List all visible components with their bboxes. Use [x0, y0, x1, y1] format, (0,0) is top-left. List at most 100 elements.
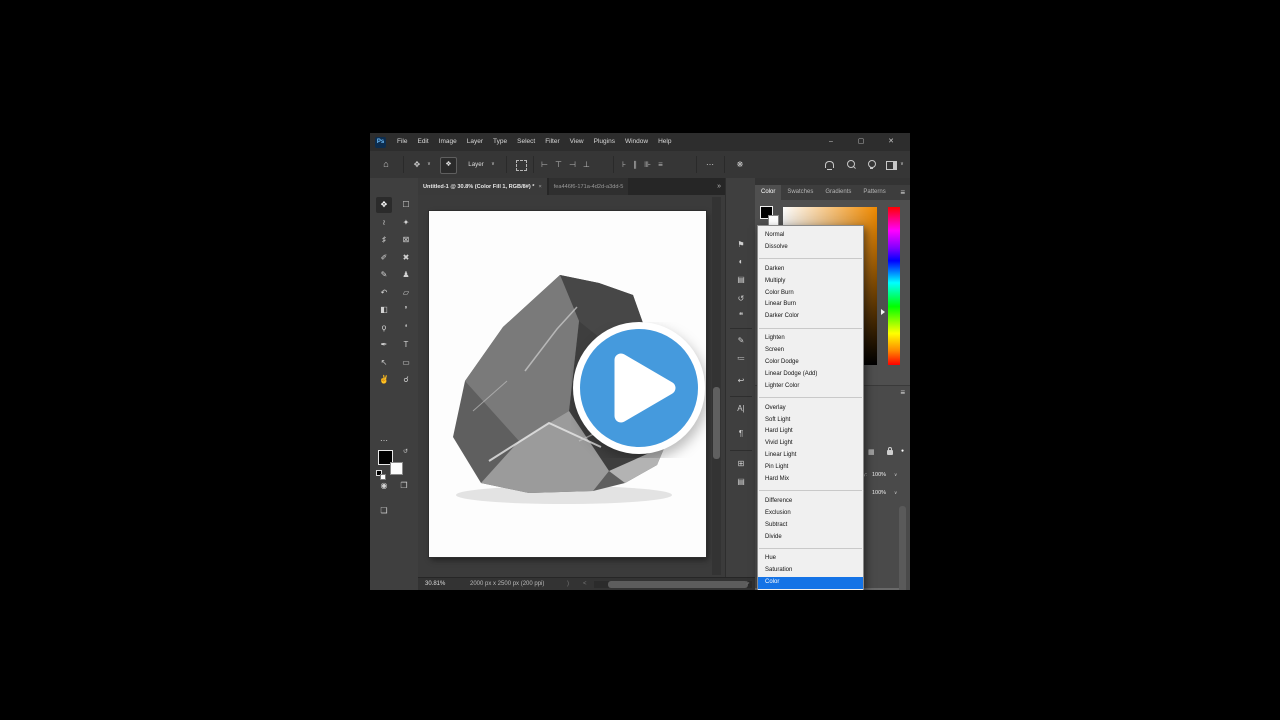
vertical-scrollbar-thumb[interactable] — [713, 387, 720, 459]
shape-tool[interactable]: ▭ — [398, 355, 414, 371]
blend-mode-hue[interactable]: Hue — [758, 553, 863, 565]
more-options-icon[interactable]: ⋯ — [703, 151, 717, 178]
video-play-button[interactable] — [571, 322, 707, 458]
auto-select-toggle[interactable]: ❖ — [440, 157, 457, 174]
align-right-icon[interactable]: ⊣ — [569, 160, 576, 169]
align-edges-icon[interactable]: ⊥ — [583, 160, 590, 169]
menu-plugins[interactable]: Plugins — [589, 133, 620, 151]
menu-select[interactable]: Select — [512, 133, 540, 151]
gradient-tool[interactable]: ◧ — [376, 302, 392, 318]
document-tab-active[interactable]: Untitled-1 @ 30.8% (Color Fill 1, RGB/8#… — [418, 178, 547, 195]
paragraph-panel-icon[interactable]: ¶ — [726, 429, 756, 438]
libraries-panel-icon[interactable]: ▤ — [726, 275, 756, 284]
menu-type[interactable]: Type — [488, 133, 512, 151]
blend-mode-hard-light[interactable]: Hard Light — [758, 426, 863, 438]
menu-help[interactable]: Help — [653, 133, 676, 151]
brush-tool[interactable]: ✎ — [376, 267, 392, 283]
minimize-button[interactable]: – — [818, 133, 844, 151]
blend-mode-overlay[interactable]: Overlay — [758, 403, 863, 415]
blend-mode-darken[interactable]: Darken — [758, 264, 863, 276]
comments-panel-icon[interactable]: ❝ — [726, 311, 756, 320]
auto-select-target-dropdown[interactable]: Layer — [462, 151, 490, 178]
menu-filter[interactable]: Filter — [540, 133, 564, 151]
blend-mode-linear-burn[interactable]: Linear Burn — [758, 299, 863, 311]
align-left-icon[interactable]: ⊢ — [541, 160, 548, 169]
pen-tool[interactable]: ✒ — [376, 337, 392, 353]
character-panel-icon[interactable]: A| — [726, 404, 756, 413]
history-brush-tool[interactable]: ↶ — [376, 285, 392, 301]
gear-icon[interactable]: ❋ — [733, 151, 747, 178]
eraser-tool[interactable]: ▱ — [398, 285, 414, 301]
maximize-button[interactable]: ▢ — [848, 133, 874, 151]
hue-slider-arrow[interactable] — [881, 309, 885, 315]
edit-toolbar-icon[interactable]: ⋯ — [376, 433, 392, 449]
blend-mode-hard-mix[interactable]: Hard Mix — [758, 474, 863, 486]
swap-colors-icon[interactable]: ↺ — [403, 448, 408, 455]
layers-scrollbar[interactable] — [899, 506, 906, 590]
marquee-tool[interactable]: ☐ — [398, 197, 414, 213]
chevron-down-icon[interactable]: ∨ — [898, 151, 906, 178]
blend-mode-color-burn[interactable]: Color Burn — [758, 288, 863, 300]
blend-mode-lighten[interactable]: Lighten — [758, 333, 863, 345]
bookmark-panel-icon[interactable]: ⚑ — [726, 240, 756, 249]
panel-menu-icon[interactable]: ≡ — [900, 185, 905, 200]
hand-tool[interactable]: ✌ — [376, 372, 392, 388]
menu-view[interactable]: View — [565, 133, 589, 151]
zoom-tool[interactable]: ☌ — [398, 372, 414, 388]
chevron-down-icon[interactable]: ∨ — [489, 151, 497, 178]
adjustments-panel-icon[interactable]: ◐ — [726, 257, 756, 266]
blend-mode-color[interactable]: Color — [758, 577, 863, 590]
blend-mode-linear-light[interactable]: Linear Light — [758, 450, 863, 462]
history-panel-icon[interactable]: ↩ — [726, 376, 756, 385]
crop-tool[interactable]: ♯ — [376, 232, 392, 248]
lock-transparency-icon[interactable]: ▦ — [868, 448, 875, 456]
menu-edit[interactable]: Edit — [412, 133, 433, 151]
blend-mode-dissolve[interactable]: Dissolve — [758, 242, 863, 254]
chevron-down-icon[interactable]: ∨ — [894, 488, 897, 498]
blend-mode-linear-dodge-add-[interactable]: Linear Dodge (Add) — [758, 369, 863, 381]
move-tool-icon[interactable]: ✥ — [410, 151, 424, 178]
blend-mode-subtract[interactable]: Subtract — [758, 520, 863, 532]
type-tool[interactable]: T — [398, 337, 414, 353]
blend-mode-soft-light[interactable]: Soft Light — [758, 415, 863, 427]
document-tab-inactive[interactable]: fea446f6-171a-4d2d-a3dd-5 — [548, 178, 629, 195]
home-icon[interactable]: ⌂ — [378, 151, 394, 178]
tab-overflow-icon[interactable]: » — [717, 178, 725, 195]
close-button[interactable]: ✕ — [878, 133, 904, 151]
horizontal-scrollbar-thumb[interactable] — [608, 581, 748, 588]
workspace-switcher-icon[interactable] — [886, 161, 897, 170]
blend-mode-difference[interactable]: Difference — [758, 496, 863, 508]
transform-controls-toggle[interactable] — [516, 160, 527, 171]
search-icon[interactable] — [847, 160, 855, 168]
properties-panel-icon[interactable]: ≔ — [726, 354, 756, 363]
brush-settings-panel-icon[interactable]: ✎ — [726, 336, 756, 345]
scroll-right-arrow[interactable]: > — [746, 578, 750, 590]
blend-mode-pin-light[interactable]: Pin Light — [758, 462, 863, 474]
fill-value[interactable]: 100% — [872, 488, 886, 498]
blur-tool[interactable]: ❜ — [398, 302, 414, 318]
blend-mode-multiply[interactable]: Multiply — [758, 276, 863, 288]
panel-tab-patterns[interactable]: Patterns — [857, 185, 891, 200]
blend-mode-screen[interactable]: Screen — [758, 345, 863, 357]
distribute-top-icon[interactable]: ⊦ — [622, 160, 626, 169]
paragraph-styles-panel-icon[interactable]: ▤ — [726, 477, 756, 486]
menu-image[interactable]: Image — [434, 133, 462, 151]
close-tab-icon[interactable]: × — [538, 184, 541, 190]
blend-mode-darker-color[interactable]: Darker Color — [758, 311, 863, 323]
blend-mode-divide[interactable]: Divide — [758, 532, 863, 544]
panel-tab-swatches[interactable]: Swatches — [781, 185, 819, 200]
move-tool[interactable]: ✥ — [376, 197, 392, 213]
clone-source-panel-icon[interactable]: ↺ — [726, 294, 756, 303]
lasso-tool[interactable]: ≀ — [376, 215, 392, 231]
healing-brush-tool[interactable]: ✖ — [398, 250, 414, 266]
chevron-down-icon[interactable]: ∨ — [425, 151, 433, 178]
quick-mask-icon[interactable]: ◉ — [376, 478, 392, 494]
blend-mode-lighter-color[interactable]: Lighter Color — [758, 381, 863, 393]
distribute-bottom-icon[interactable]: ⊪ — [644, 160, 651, 169]
menu-window[interactable]: Window — [620, 133, 653, 151]
align-center-icon[interactable]: ⊤ — [555, 160, 562, 169]
blend-mode-normal[interactable]: Normal — [758, 230, 863, 242]
distribute-center-icon[interactable]: ∥ — [633, 160, 637, 169]
dodge-tool[interactable]: ϙ — [376, 320, 392, 336]
canvas-area[interactable] — [418, 195, 725, 577]
